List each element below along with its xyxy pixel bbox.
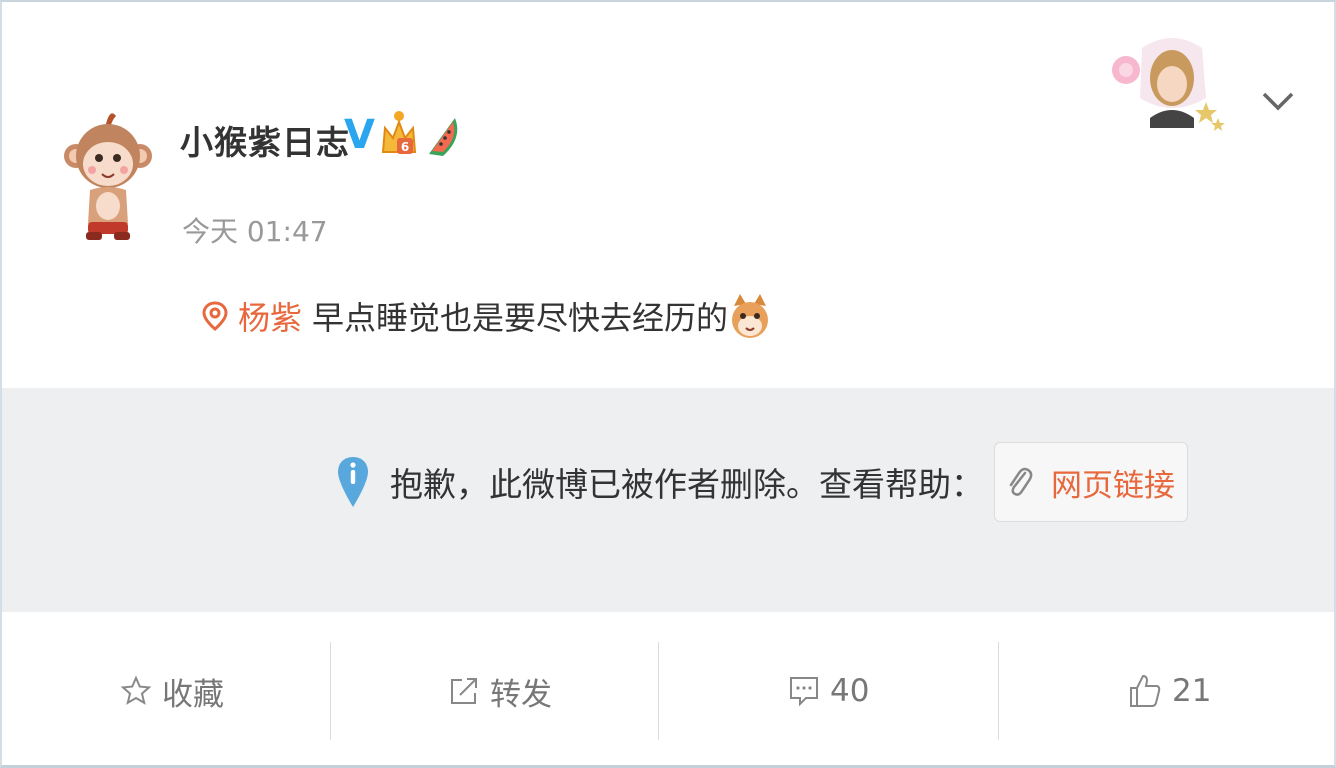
- info-icon: [338, 457, 368, 507]
- location-pin-icon: [202, 301, 228, 331]
- share-icon: [451, 678, 477, 704]
- weibo-post-card: 小猴紫日志 V 6 今天 01:47 杨紫 早点睡觉也是要尽快去经历的 抱歉，此…: [0, 0, 1336, 768]
- star-icon: [120, 675, 152, 705]
- user-badges: V 6: [344, 108, 461, 162]
- like-button[interactable]: 21: [998, 636, 1334, 746]
- decoration-portrait-icon: [1112, 38, 1225, 131]
- thumb-up-icon: [1130, 674, 1161, 707]
- web-link-button[interactable]: 网页链接: [994, 442, 1188, 522]
- verified-badge[interactable]: V: [344, 113, 375, 157]
- action-bar: 收藏 转发 40 21: [2, 636, 1334, 746]
- location-link[interactable]: 杨紫: [238, 293, 302, 339]
- chevron-down-icon[interactable]: [1260, 88, 1296, 114]
- repost-button[interactable]: 转发: [330, 636, 658, 746]
- deleted-notice: 抱歉，此微博已被作者删除。查看帮助： 网页链接: [336, 442, 1188, 522]
- post-text: 早点睡觉也是要尽快去经历的: [312, 299, 729, 337]
- comment-icon: [790, 677, 818, 707]
- post-content: 杨紫 早点睡觉也是要尽快去经历的: [200, 292, 770, 340]
- favorite-label: 收藏: [162, 676, 224, 713]
- svg-text:6: 6: [401, 140, 409, 154]
- web-link-label: 网页链接: [1051, 467, 1175, 504]
- favorite-button[interactable]: 收藏: [2, 636, 330, 746]
- watermelon-icon[interactable]: [423, 108, 461, 162]
- comment-count: 40: [830, 673, 870, 709]
- like-count: 21: [1172, 673, 1212, 709]
- user-avatar[interactable]: [58, 94, 158, 254]
- deleted-notice-text: 抱歉，此微博已被作者删除。查看帮助：: [390, 465, 984, 504]
- username[interactable]: 小猴紫日志: [180, 116, 350, 164]
- crown-level-icon[interactable]: 6: [379, 108, 419, 162]
- comment-button[interactable]: 40: [658, 636, 998, 746]
- repost-label: 转发: [490, 676, 552, 713]
- paperclip-icon: [1009, 467, 1033, 496]
- cat-emoji-icon: [732, 294, 769, 338]
- post-timestamp[interactable]: 今天 01:47: [182, 210, 328, 250]
